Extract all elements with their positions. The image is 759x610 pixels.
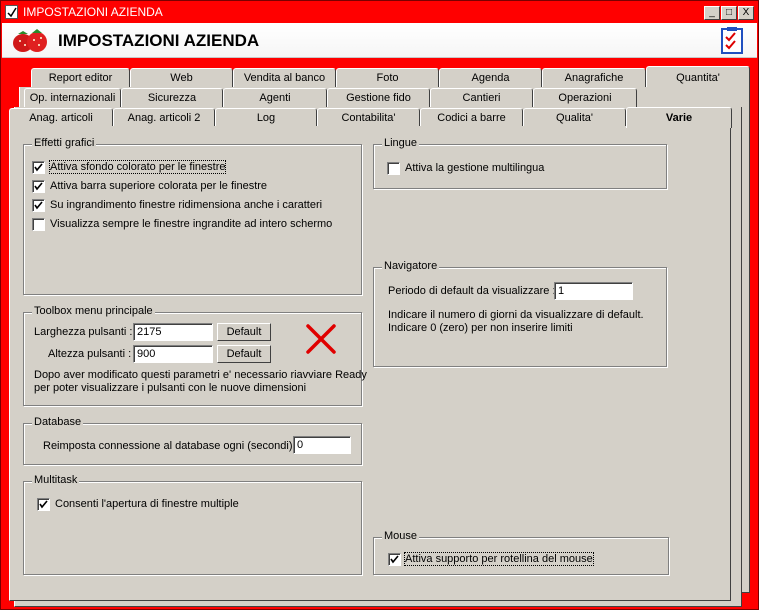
group-legend: Navigatore <box>382 260 440 272</box>
navigatore-note-2: Indicare 0 (zero) per non inserire limit… <box>388 322 573 334</box>
width-input[interactable]: 2175 <box>133 323 213 341</box>
group-effetti-grafici: Effetti grafici Attiva sfondo colorato p… <box>23 137 362 295</box>
window-title: IMPOSTAZIONI AZIENDA <box>23 5 163 19</box>
group-legend: Mouse <box>382 530 420 542</box>
tab-operazioni[interactable]: Operazioni <box>533 88 637 107</box>
period-label: Periodo di default da visualizzare : <box>388 285 556 297</box>
minimize-button[interactable]: _ <box>704 6 720 20</box>
width-label: Larghezza pulsanti : <box>34 326 133 338</box>
tab-vendita-al-banco[interactable]: Vendita al banco <box>233 68 336 87</box>
group-mouse: Mouse Attiva supporto per rotellina del … <box>373 530 669 575</box>
group-toolbox: Toolbox menu principale Larghezza pulsan… <box>23 305 367 406</box>
group-legend: Database <box>32 416 84 428</box>
checkbox-label[interactable]: Su ingrandimento finestre ridimensiona a… <box>50 199 322 211</box>
header-bar: IMPOSTAZIONI AZIENDA <box>2 23 757 58</box>
tab-anag-articoli[interactable]: Anag. articoli <box>9 108 113 127</box>
tab-agenda[interactable]: Agenda <box>439 68 542 87</box>
tab-log[interactable]: Log <box>215 108 317 127</box>
group-legend: Lingue <box>382 137 420 149</box>
tab-agenti[interactable]: Agenti <box>223 88 327 107</box>
app-icon[interactable] <box>5 5 18 19</box>
database-label: Reimposta connessione al database ogni (… <box>43 440 299 452</box>
title-bar[interactable]: IMPOSTAZIONI AZIENDA _ □ X <box>1 1 758 23</box>
checklist-icon[interactable] <box>720 26 744 57</box>
checkbox-ridimensiona-caratteri[interactable] <box>32 199 45 212</box>
checkbox-label[interactable]: Consenti l'apertura di finestre multiple <box>55 498 239 510</box>
height-label: Altezza pulsanti : <box>48 348 132 360</box>
maximize-button[interactable]: □ <box>721 6 737 20</box>
tab-report-editor[interactable]: Report editor <box>31 68 130 87</box>
checkbox-rotellina[interactable] <box>388 553 401 566</box>
group-navigatore: Navigatore Periodo di default da visuali… <box>373 260 667 367</box>
tab-anag-articoli-2[interactable]: Anag. articoli 2 <box>113 108 215 127</box>
tab-page-varie: Effetti grafici Attiva sfondo colorato p… <box>9 126 731 601</box>
tab-gestione-fido[interactable]: Gestione fido <box>327 88 430 107</box>
checkbox-label[interactable]: Visualizza sempre le finestre ingrandite… <box>50 218 332 230</box>
group-legend: Effetti grafici <box>32 137 97 149</box>
red-x-icon[interactable] <box>305 323 337 358</box>
checkbox-label[interactable]: Attiva supporto per rotellina del mouse <box>404 552 594 566</box>
tab-anagrafiche[interactable]: Anagrafiche <box>542 68 646 87</box>
database-seconds-input[interactable]: 0 <box>293 436 351 454</box>
navigatore-note-1: Indicare il numero di giorni da visualiz… <box>388 309 644 321</box>
tab-sicurezza[interactable]: Sicurezza <box>121 88 223 107</box>
tab-foto[interactable]: Foto <box>336 68 439 87</box>
strawberry-logo-icon <box>10 28 50 57</box>
checkbox-label[interactable]: Attiva la gestione multilingua <box>405 162 544 174</box>
tab-op-internazionali[interactable]: Op. internazionali <box>24 88 121 107</box>
tab-cantieri[interactable]: Cantieri <box>430 88 533 107</box>
group-database: Database Reimposta connessione al databa… <box>23 416 362 465</box>
group-lingue: Lingue Attiva la gestione multilingua <box>373 137 667 189</box>
checkbox-intero-schermo[interactable] <box>32 218 45 231</box>
tab-varie[interactable]: Varie <box>626 107 732 128</box>
group-multitask: Multitask Consenti l'apertura di finestr… <box>23 474 362 575</box>
checkbox-barra-colorata[interactable] <box>32 180 45 193</box>
group-legend: Toolbox menu principale <box>32 305 155 317</box>
tab-web[interactable]: Web <box>130 68 233 87</box>
checkbox-multilingua[interactable] <box>387 162 400 175</box>
toolbox-note-1: Dopo aver modificato questi parametri e'… <box>34 369 367 381</box>
close-button[interactable]: X <box>738 6 754 20</box>
checkbox-label[interactable]: Attiva barra superiore colorata per le f… <box>50 180 267 192</box>
height-input[interactable]: 900 <box>133 345 213 363</box>
tab-codici-a-barre[interactable]: Codici a barre <box>420 108 523 127</box>
header-title: IMPOSTAZIONI AZIENDA <box>58 31 260 50</box>
period-input[interactable]: 1 <box>554 282 633 300</box>
tab-qualita[interactable]: Qualita' <box>523 108 626 127</box>
tab-contabilita[interactable]: Contabilita' <box>317 108 420 127</box>
checkbox-label[interactable]: Attiva sfondo colorato per le finestre <box>48 160 227 174</box>
group-legend: Multitask <box>32 474 80 486</box>
default-width-button[interactable]: Default <box>217 323 271 341</box>
checkbox-finestre-multiple[interactable] <box>37 498 50 511</box>
application-window: IMPOSTAZIONI AZIENDA _ □ X IMPOSTAZIONI … <box>0 0 759 610</box>
checkbox-sfondo-colorato[interactable] <box>32 161 45 174</box>
default-height-button[interactable]: Default <box>217 345 271 363</box>
tab-quantita[interactable]: Quantita' <box>646 66 750 87</box>
toolbox-note-2: per poter visualizzare i pulsanti con le… <box>34 382 307 394</box>
